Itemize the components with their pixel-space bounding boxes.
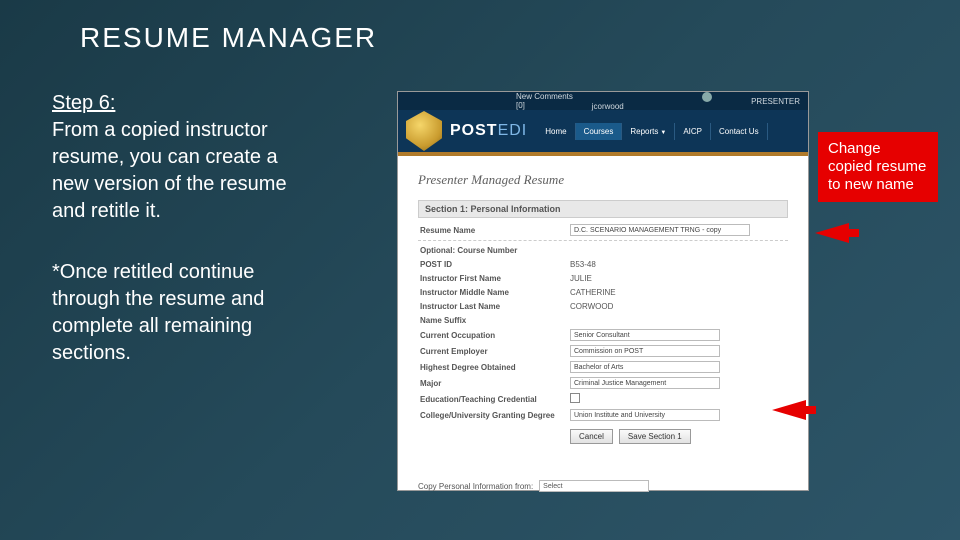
checkbox-credential[interactable] <box>570 393 580 403</box>
nav-reports[interactable]: Reports▼ <box>622 123 675 140</box>
arrow-icon <box>815 223 849 243</box>
input-major[interactable]: Criminal Justice Management <box>570 377 720 389</box>
input-occupation[interactable]: Senior Consultant <box>570 329 720 341</box>
form-section-1: Resume Name D.C. SCENARIO MANAGEMENT TRN… <box>418 222 788 444</box>
label-employer: Current Employer <box>418 347 570 356</box>
row-degree: Highest Degree Obtained Bachelor of Arts <box>418 359 788 375</box>
copy-from-label: Copy Personal Information from: <box>418 482 533 491</box>
row-occupation: Current Occupation Senior Consultant <box>418 327 788 343</box>
post-badge-icon <box>404 111 444 151</box>
row-employer: Current Employer Commission on POST <box>418 343 788 359</box>
label-course-number: Optional: Course Number <box>418 246 570 255</box>
nav-contact[interactable]: Contact Us <box>711 123 768 140</box>
instructions-column: Step 6: From a copied instructor resume,… <box>52 90 287 367</box>
main-nav: Home Courses Reports▼ AICP Contact Us <box>537 123 767 140</box>
label-credential: Education/Teaching Credential <box>418 395 570 404</box>
user-badge[interactable]: jcorwood <box>592 92 743 111</box>
input-resume-name[interactable]: D.C. SCENARIO MANAGEMENT TRNG - copy <box>570 224 750 236</box>
brand-post: POST <box>450 122 498 139</box>
label-post-id: POST ID <box>418 260 570 269</box>
section-header: Section 1: Personal Information <box>418 200 788 218</box>
step-label: Step 6: <box>52 92 115 114</box>
row-credential: Education/Teaching Credential <box>418 391 788 407</box>
label-degree: Highest Degree Obtained <box>418 363 570 372</box>
label-first-name: Instructor First Name <box>418 274 570 283</box>
slide-title: RESUME MANAGER <box>80 22 377 54</box>
row-course-number: Optional: Course Number <box>418 243 788 257</box>
label-resume-name: Resume Name <box>418 226 570 235</box>
label-college: College/University Granting Degree <box>418 411 570 420</box>
nav-home[interactable]: Home <box>537 123 575 140</box>
step-body: From a copied instructor resume, you can… <box>52 117 287 225</box>
app-header: POSTEDI Home Courses Reports▼ AICP Conta… <box>398 110 808 152</box>
chevron-down-icon: ▼ <box>660 130 666 136</box>
row-college: College/University Granting Degree Union… <box>418 407 788 423</box>
row-first-name: Instructor First Name JULIE <box>418 271 788 285</box>
value-middle-name: CATHERINE <box>570 288 788 297</box>
row-last-name: Instructor Last Name CORWOOD <box>418 299 788 313</box>
user-icon <box>702 92 712 102</box>
app-screenshot: New Comments [0] jcorwood PRESENTER POST… <box>398 92 808 490</box>
row-major: Major Criminal Justice Management <box>418 375 788 391</box>
label-last-name: Instructor Last Name <box>418 302 570 311</box>
callout-box: Change copied resume to new name <box>818 132 938 202</box>
input-college[interactable]: Union Institute and University <box>570 409 720 421</box>
value-last-name: CORWOOD <box>570 302 788 311</box>
copy-from-row: Copy Personal Information from: Select <box>418 480 788 492</box>
cancel-button[interactable]: Cancel <box>570 429 613 444</box>
row-resume-name: Resume Name D.C. SCENARIO MANAGEMENT TRN… <box>418 222 788 241</box>
label-occupation: Current Occupation <box>418 331 570 340</box>
nav-courses[interactable]: Courses <box>576 123 623 140</box>
page-title: Presenter Managed Resume <box>418 172 788 188</box>
row-middle-name: Instructor Middle Name CATHERINE <box>418 285 788 299</box>
input-employer[interactable]: Commission on POST <box>570 345 720 357</box>
row-suffix: Name Suffix <box>418 313 788 327</box>
brand: POSTEDI <box>450 122 527 140</box>
nav-aicp[interactable]: AICP <box>675 123 711 140</box>
label-suffix: Name Suffix <box>418 316 570 325</box>
save-section-button[interactable]: Save Section 1 <box>619 429 691 444</box>
form-buttons: Cancel Save Section 1 <box>570 429 788 444</box>
input-degree[interactable]: Bachelor of Arts <box>570 361 720 373</box>
row-post-id: POST ID B53-48 <box>418 257 788 271</box>
value-first-name: JULIE <box>570 274 788 283</box>
app-topbar: New Comments [0] jcorwood PRESENTER <box>398 92 808 110</box>
presenter-label: PRESENTER <box>751 97 800 106</box>
label-major: Major <box>418 379 570 388</box>
value-post-id: B53-48 <box>570 260 788 269</box>
label-middle-name: Instructor Middle Name <box>418 288 570 297</box>
page-content: Presenter Managed Resume Section 1: Pers… <box>398 156 808 452</box>
copy-from-select[interactable]: Select <box>539 480 649 492</box>
brand-edi: EDI <box>498 122 528 139</box>
arrow-icon <box>772 400 806 420</box>
comments-link[interactable]: New Comments [0] <box>516 92 584 110</box>
step-note: *Once retitled continue through the resu… <box>52 259 287 367</box>
